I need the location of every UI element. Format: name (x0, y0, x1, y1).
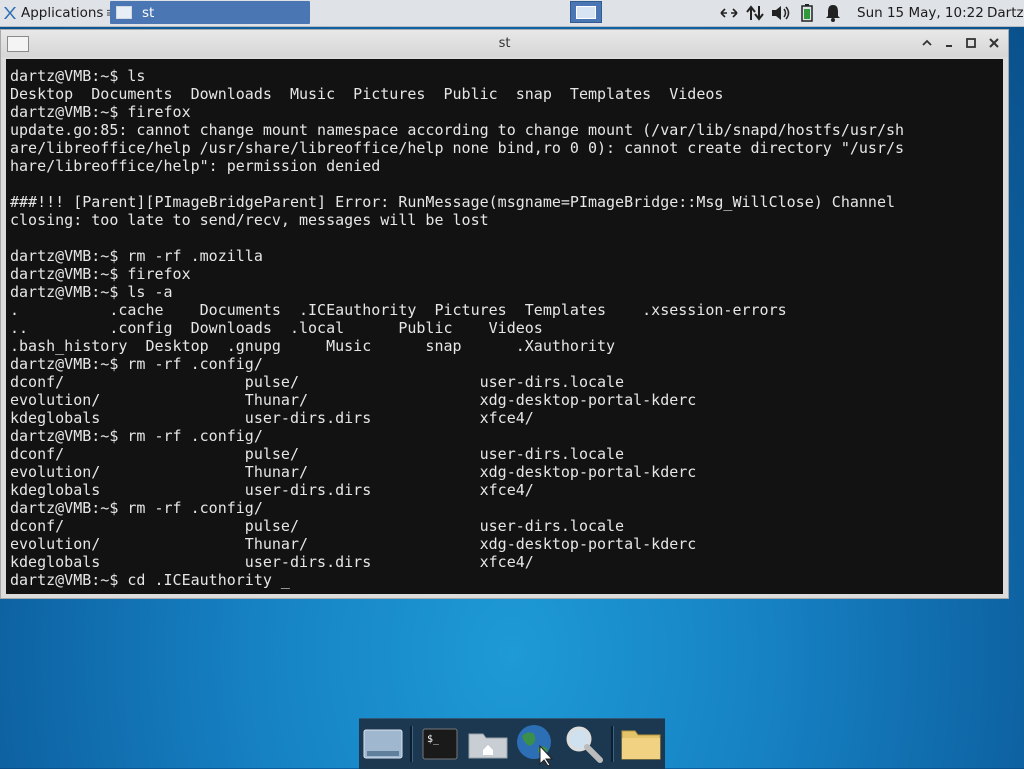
minimize-chevron-icon[interactable] (918, 34, 936, 52)
workspace-1[interactable] (576, 5, 596, 19)
home-folder-icon[interactable] (464, 720, 512, 768)
terminal-output[interactable]: dartz@VMB:~$ ls Desktop Documents Downlo… (6, 59, 1003, 594)
system-tray (718, 0, 848, 26)
dock-separator (611, 726, 614, 762)
taskbar-window-button[interactable]: st (110, 1, 310, 24)
files-folder-icon[interactable] (617, 720, 665, 768)
svg-text:$_: $_ (427, 734, 440, 745)
volume-icon[interactable] (770, 0, 792, 26)
applications-label: Applications (21, 5, 104, 21)
clock[interactable]: Sun 15 May, 10:22 (857, 0, 984, 26)
show-desktop-icon[interactable] (359, 720, 407, 768)
search-icon[interactable] (560, 720, 608, 768)
network-arrows-icon[interactable] (718, 0, 740, 26)
dock-separator (410, 726, 413, 762)
user-menu[interactable]: Dartz (987, 0, 1024, 26)
dock: $_ (359, 718, 665, 769)
xfce-logo-icon (4, 7, 16, 19)
terminal-window-icon (116, 6, 132, 19)
terminal-text: dartz@VMB:~$ ls Desktop Documents Downlo… (10, 67, 905, 589)
window-title: st (498, 36, 511, 51)
network-updown-icon[interactable] (744, 0, 766, 26)
terminal-icon[interactable]: $_ (416, 720, 464, 768)
applications-menu[interactable]: Applications ≡ (2, 0, 117, 26)
top-panel: Applications ≡ st Sun 15 May, 10:22 Dart… (0, 0, 1024, 27)
workspace-switcher[interactable] (570, 1, 602, 23)
taskbar-window-title: st (142, 4, 155, 21)
web-browser-icon[interactable] (512, 720, 560, 768)
terminal-window: st dartz@VMB:~$ ls Desktop Documents Dow… (0, 29, 1009, 599)
maximize-icon[interactable] (962, 34, 980, 52)
battery-icon[interactable] (796, 0, 818, 26)
window-titlebar[interactable]: st (1, 30, 1008, 57)
notification-bell-icon[interactable] (822, 0, 844, 26)
close-icon[interactable] (985, 34, 1003, 52)
minimize-icon[interactable] (940, 34, 958, 52)
